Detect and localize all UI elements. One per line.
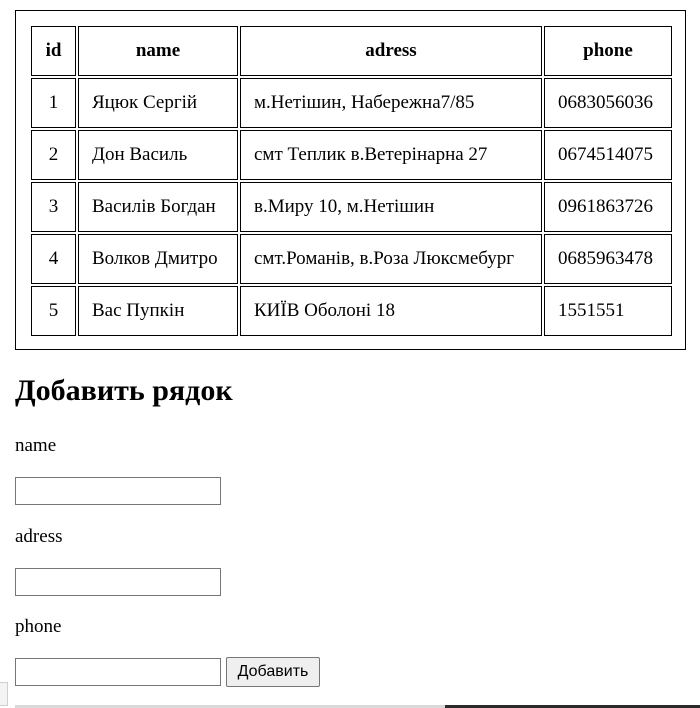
cell-adress: в.Миру 10, м.Нетішин <box>240 182 542 232</box>
header-phone: phone <box>544 26 672 76</box>
cell-adress: м.Нетішин, Набережна7/85 <box>240 78 542 128</box>
cell-id: 5 <box>31 286 76 336</box>
table-header-row: id name adress phone <box>31 26 672 76</box>
cell-phone: 0961863726 <box>544 182 672 232</box>
phone-label: phone <box>15 616 62 637</box>
table-row: 5 Вас Пупкін КИЇВ Оболоні 18 1551551 <box>31 286 672 336</box>
cell-phone: 0683056036 <box>544 78 672 128</box>
cell-adress: КИЇВ Оболоні 18 <box>240 286 542 336</box>
cell-phone: 0674514075 <box>544 130 672 180</box>
cell-phone: 0685963478 <box>544 234 672 284</box>
table-row: 2 Дон Василь смт Теплик в.Ветерінарна 27… <box>31 130 672 180</box>
name-label: name <box>15 435 57 456</box>
header-id: id <box>31 26 76 76</box>
contacts-table-container: id name adress phone 1 Яцюк Сергій м.Нет… <box>15 10 686 350</box>
add-row-title: Добавить рядок <box>15 374 233 407</box>
add-button[interactable]: Добавить <box>226 657 320 687</box>
cell-adress: смт.Романів, в.Роза Люксмебург <box>240 234 542 284</box>
header-adress: adress <box>240 26 542 76</box>
name-input[interactable] <box>15 477 221 505</box>
cell-name: Волков Дмитро <box>78 234 238 284</box>
cell-name: Василів Богдан <box>78 182 238 232</box>
adress-input[interactable] <box>15 568 221 596</box>
cell-name: Вас Пупкін <box>78 286 238 336</box>
cell-name: Яцюк Сергій <box>78 78 238 128</box>
table-row: 4 Волков Дмитро смт.Романів, в.Роза Люкс… <box>31 234 672 284</box>
contacts-table: id name adress phone 1 Яцюк Сергій м.Нет… <box>29 24 674 338</box>
table-row: 3 Василів Богдан в.Миру 10, м.Нетішин 09… <box>31 182 672 232</box>
scroll-corner <box>0 682 8 706</box>
cell-id: 1 <box>31 78 76 128</box>
phone-input[interactable] <box>15 658 221 686</box>
cell-phone: 1551551 <box>544 286 672 336</box>
cell-name: Дон Василь <box>78 130 238 180</box>
cell-adress: смт Теплик в.Ветерінарна 27 <box>240 130 542 180</box>
cell-id: 2 <box>31 130 76 180</box>
adress-label: adress <box>15 526 63 547</box>
table-row: 1 Яцюк Сергій м.Нетішин, Набережна7/85 0… <box>31 78 672 128</box>
page: id name adress phone 1 Яцюк Сергій м.Нет… <box>0 0 700 708</box>
header-name: name <box>78 26 238 76</box>
cell-id: 3 <box>31 182 76 232</box>
cell-id: 4 <box>31 234 76 284</box>
